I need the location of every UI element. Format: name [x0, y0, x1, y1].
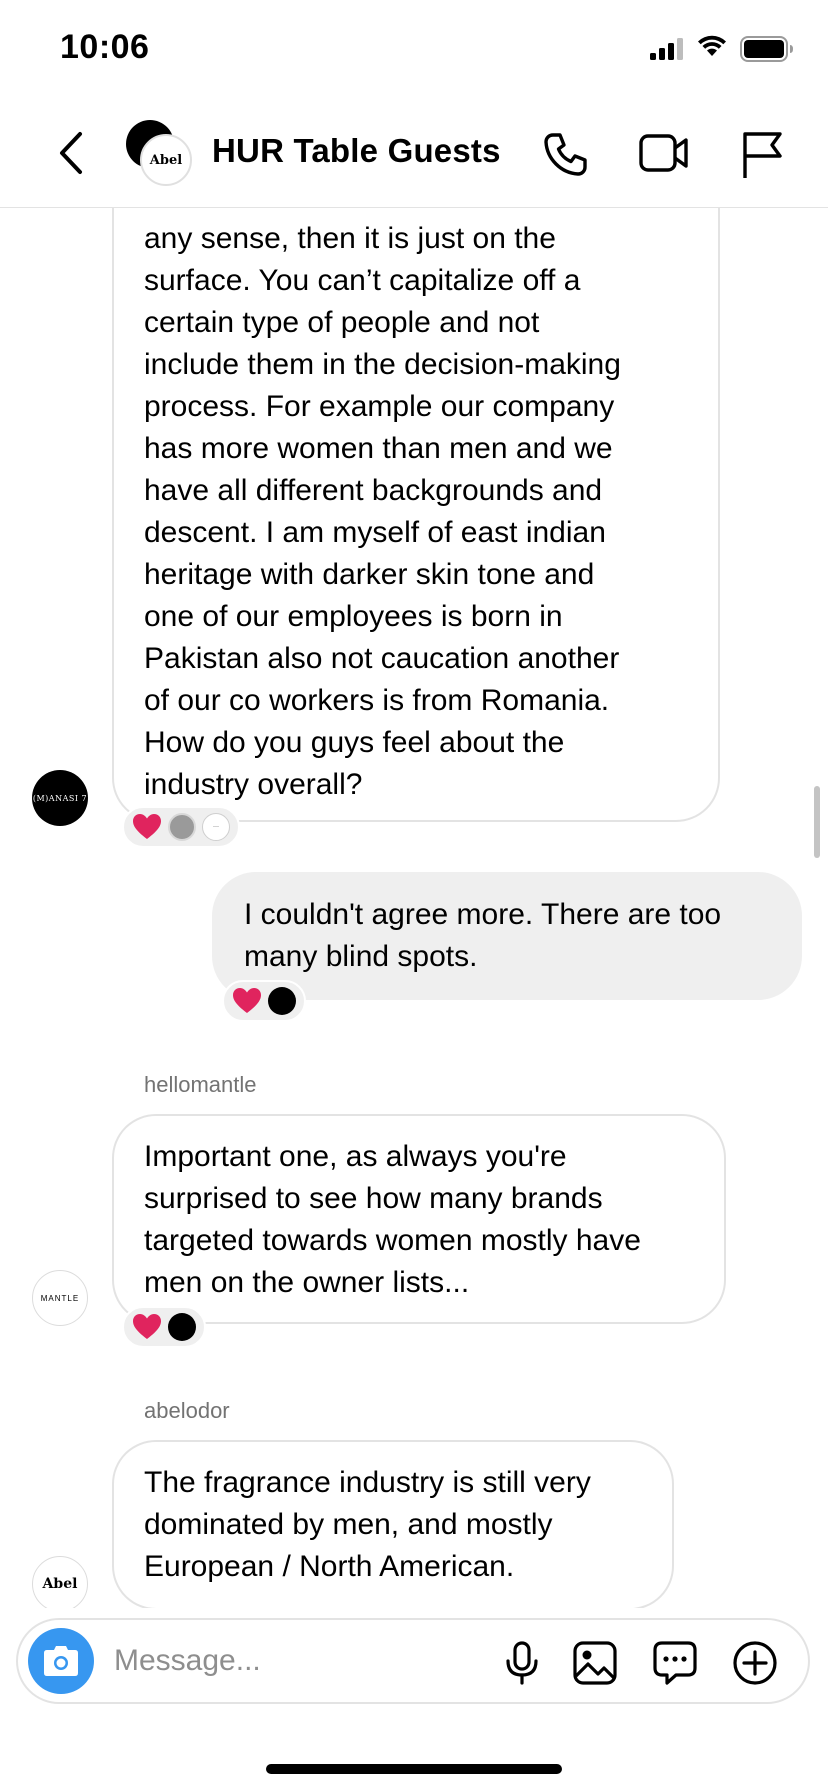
- sender-avatar-hellomantle[interactable]: MANTLE: [32, 1270, 88, 1326]
- heart-reaction-icon: [133, 1314, 161, 1339]
- report-flag-icon[interactable]: [740, 130, 784, 180]
- message-bubble-outgoing[interactable]: I couldn't agree more. There are too man…: [212, 872, 802, 1000]
- reactor-avatar: [168, 813, 196, 841]
- message-composer: [16, 1618, 810, 1704]
- reactor-avatar: ···: [202, 813, 230, 841]
- microphone-icon[interactable]: [502, 1640, 542, 1686]
- message-thread[interactable]: any sense, then it is just on the surfac…: [0, 208, 828, 1608]
- message-bubble-incoming[interactable]: any sense, then it is just on the surfac…: [112, 208, 720, 822]
- sender-avatar-manasi[interactable]: (M)ANASI 7: [32, 770, 88, 826]
- message-reactions[interactable]: [122, 1306, 206, 1348]
- message-input[interactable]: [114, 1638, 414, 1684]
- status-time: 10:06: [60, 28, 150, 66]
- message-reactions[interactable]: [222, 980, 306, 1022]
- group-avatar[interactable]: Abel: [126, 120, 194, 186]
- sender-avatar-abelodor[interactable]: Abel: [32, 1556, 88, 1608]
- chat-title[interactable]: HUR Table Guests: [212, 132, 501, 170]
- camera-button[interactable]: [28, 1628, 94, 1694]
- chat-header: Abel HUR Table Guests: [0, 100, 828, 208]
- avatar-logo-text: MANTLE: [40, 1293, 80, 1303]
- status-bar: 10:06: [0, 0, 828, 100]
- reactor-avatar: [268, 987, 296, 1015]
- camera-icon: [44, 1646, 78, 1676]
- sender-name: abelodor: [144, 1398, 230, 1423]
- wifi-icon: [698, 35, 726, 56]
- message-bubble-incoming[interactable]: Important one, as always you're surprise…: [112, 1114, 726, 1324]
- sender-name: hellomantle: [144, 1072, 257, 1097]
- home-indicator[interactable]: [266, 1764, 562, 1774]
- cellular-signal-icon: [650, 38, 683, 60]
- back-chevron-icon[interactable]: [52, 126, 92, 180]
- sticker-chat-icon[interactable]: [652, 1640, 698, 1686]
- heart-reaction-icon: [133, 814, 161, 839]
- video-call-icon[interactable]: [638, 130, 690, 176]
- group-avatar-front: Abel: [140, 134, 192, 186]
- phone-call-icon[interactable]: [540, 130, 590, 180]
- message-bubble-incoming[interactable]: The fragrance industry is still very dom…: [112, 1440, 674, 1608]
- message-reactions[interactable]: ···: [122, 806, 240, 848]
- reactor-avatar: [168, 1313, 196, 1341]
- gallery-icon[interactable]: [572, 1640, 618, 1686]
- heart-reaction-icon: [233, 988, 261, 1013]
- battery-icon: [740, 36, 793, 62]
- plus-circle-icon[interactable]: [732, 1640, 778, 1686]
- scrollbar[interactable]: [814, 786, 820, 858]
